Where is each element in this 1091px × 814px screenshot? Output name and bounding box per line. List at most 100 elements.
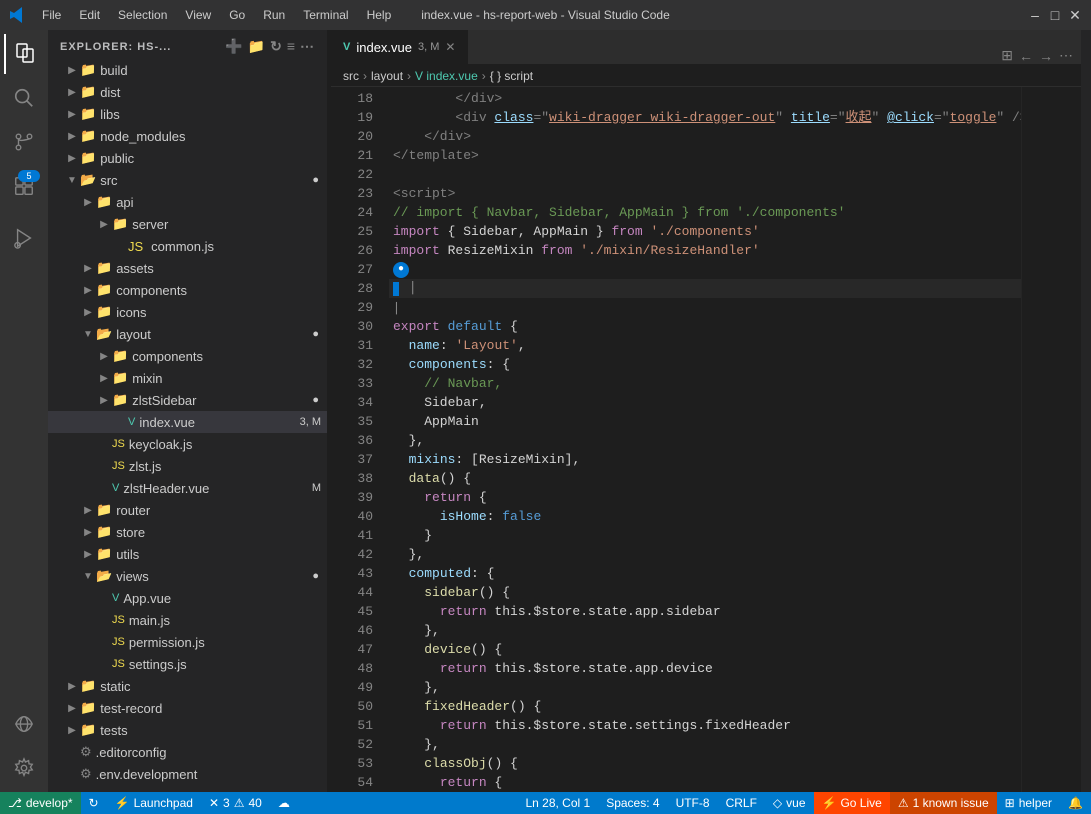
tree-item-permission-js[interactable]: JS permission.js [48,631,327,653]
minimize-button[interactable]: – [1029,9,1041,21]
tree-item-main-js[interactable]: JS main.js [48,609,327,631]
tree-item-assets[interactable]: ▶ 📁 assets [48,257,327,279]
tree-item-test-record[interactable]: ▶ 📁 test-record [48,697,327,719]
file-icon: JS [112,438,125,450]
status-cursor[interactable]: Ln 28, Col 1 [517,792,598,814]
arrow-icon: ▶ [96,219,112,230]
tree-item-api[interactable]: ▶ 📁 api [48,191,327,213]
tree-item-layout-components[interactable]: ▶ 📁 components [48,345,327,367]
source-control-icon[interactable] [4,122,44,162]
status-remote[interactable]: ⚡ Launchpad [107,792,201,814]
status-eol[interactable]: CRLF [718,792,765,814]
tab-index-vue[interactable]: V index.vue 3, M ✕ [331,30,468,64]
arrow-icon: ▶ [64,153,80,164]
explorer-icon[interactable] [4,34,44,74]
collapse-icon[interactable]: ≡ [287,38,296,55]
breadcrumb-src[interactable]: src [343,69,359,83]
breadcrumb-file[interactable]: V index.vue [415,69,478,83]
tree-label: store [116,525,327,540]
breadcrumb-section[interactable]: { } script [490,69,533,83]
remote-icon[interactable] [4,704,44,744]
status-go-live[interactable]: ⚡ Go Live [814,792,890,814]
tree-item-components[interactable]: ▶ 📁 components [48,279,327,301]
tree-item-zlst-sidebar[interactable]: ▶ 📁 zlstSidebar ● [48,389,327,411]
status-helper[interactable]: ⊞ helper [997,792,1060,814]
tree-item-layout[interactable]: ▼ 📂 layout ● [48,323,327,345]
tree-label: router [116,503,327,518]
arrow-icon: ▶ [80,505,96,516]
tree-item-node-modules[interactable]: ▶ 📁 node_modules [48,125,327,147]
menu-help[interactable]: Help [359,6,400,24]
status-branch[interactable]: ⎇ develop* [0,792,81,814]
tree-item-static[interactable]: ▶ 📁 static [48,675,327,697]
status-sync[interactable]: ↻ [81,792,107,814]
tree-item-zlst-header[interactable]: V zlstHeader.vue M [48,477,327,499]
tree-item-dist[interactable]: ▶ 📁 dist [48,81,327,103]
breadcrumb-layout[interactable]: layout [371,69,403,83]
tree-item-public[interactable]: ▶ 📁 public [48,147,327,169]
arrow-icon: ▶ [80,307,96,318]
tree-item-index-vue[interactable]: V index.vue 3, M [48,411,327,433]
tree-item-views[interactable]: ▼ 📂 views ● [48,565,327,587]
tab-close-icon[interactable]: ✕ [445,40,455,54]
tree-item-tests[interactable]: ▶ 📁 tests [48,719,327,741]
more-actions-icon[interactable]: ⋯ [300,38,315,55]
tree-item-build[interactable]: ▶ 📁 build [48,59,327,81]
tree-item-editorconfig[interactable]: ⚙ .editorconfig [48,741,327,763]
tree-item-store[interactable]: ▶ 📁 store [48,521,327,543]
restore-button[interactable]: □ [1049,9,1061,21]
new-folder-icon[interactable]: 📁 [248,38,266,55]
tree-item-src[interactable]: ▼ 📂 src ● [48,169,327,191]
status-spaces[interactable]: Spaces: 4 [598,792,667,814]
tree-label: zlstHeader.vue [123,481,311,496]
status-notifications[interactable]: 🔔 [1060,792,1091,814]
tree-item-app-vue[interactable]: V App.vue [48,587,327,609]
close-button[interactable]: ✕ [1069,9,1081,21]
more-tabs-icon[interactable]: ⋯ [1059,47,1073,64]
status-known-issue[interactable]: ⚠ 1 known issue [890,792,997,814]
file-icon: JS [112,636,125,648]
go-back-icon[interactable]: ← [1019,48,1033,64]
extensions-icon[interactable] [4,166,44,206]
tree-item-server[interactable]: ▶ 📁 server [48,213,327,235]
tree-item-utils[interactable]: ▶ 📁 utils [48,543,327,565]
main-layout: EXPLORER: HS-... ➕ 📁 ↻ ≡ ⋯ ▶ 📁 build ▶ 📁 [0,30,1091,792]
menu-selection[interactable]: Selection [110,6,175,24]
menu-file[interactable]: File [34,6,69,24]
status-encoding[interactable]: UTF-8 [668,792,718,814]
go-forward-icon[interactable]: → [1039,48,1053,64]
split-editor-icon[interactable]: ⊞ [1001,47,1013,64]
menu-terminal[interactable]: Terminal [295,6,356,24]
tree-item-router[interactable]: ▶ 📁 router [48,499,327,521]
settings-icon[interactable] [4,748,44,788]
folder-icon: 📂 [80,172,96,188]
menu-view[interactable]: View [177,6,219,24]
code-content[interactable]: </div> <div class="wiki-dragger wiki-dra… [381,87,1021,792]
tree-item-zlst-js[interactable]: JS zlst.js [48,455,327,477]
code-line-52: }, [389,735,1021,754]
code-line-18: </div> [389,89,1021,108]
run-debug-icon[interactable] [4,218,44,258]
tree-item-settings-js[interactable]: JS settings.js [48,653,327,675]
search-icon[interactable] [4,78,44,118]
tree-item-icons[interactable]: ▶ 📁 icons [48,301,327,323]
menu-edit[interactable]: Edit [71,6,108,24]
line-numbers: 18 19 20 21 22 23 24 25 26 27 28 29 30 3… [331,87,381,792]
code-line-29: │ [389,298,1021,317]
status-errors[interactable]: ✕ 3 ⚠ 40 [201,792,270,814]
status-deploy[interactable]: ☁ [270,792,298,814]
menu-run[interactable]: Run [255,6,293,24]
menu-go[interactable]: Go [221,6,253,24]
tree-item-env-development[interactable]: ⚙ .env.development [48,763,327,785]
tree-item-libs[interactable]: ▶ 📁 libs [48,103,327,125]
folder-icon: 📁 [96,546,112,562]
tree-item-mixin[interactable]: ▶ 📁 mixin [48,367,327,389]
status-language[interactable]: ◇ vue [765,792,814,814]
tree-label: keycloak.js [129,437,327,452]
tree-label: assets [116,261,327,276]
new-file-icon[interactable]: ➕ [225,38,243,55]
tree-item-keycloak[interactable]: JS keycloak.js [48,433,327,455]
refresh-icon[interactable]: ↻ [270,38,283,55]
code-line-36: }, [389,431,1021,450]
tree-item-common-js[interactable]: JS common.js [48,235,327,257]
